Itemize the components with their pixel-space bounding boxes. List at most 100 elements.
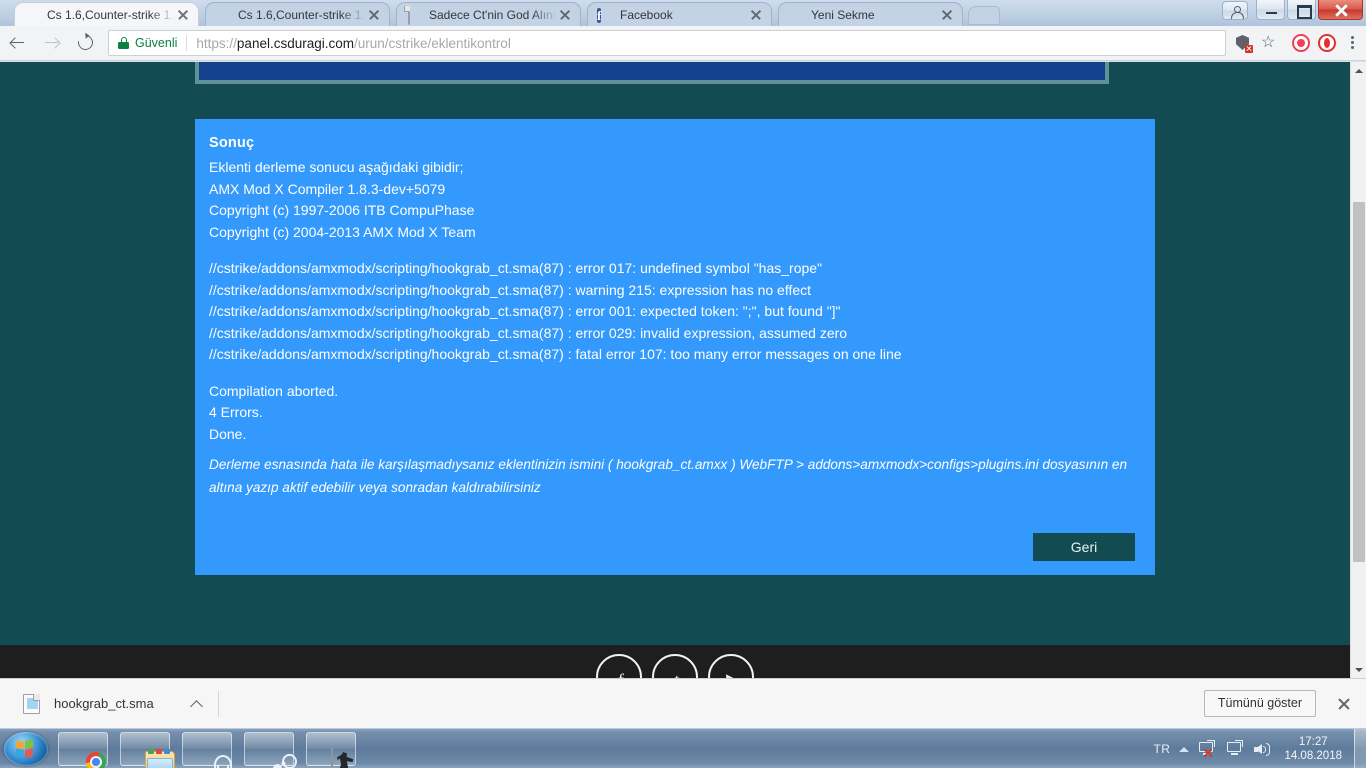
- facebook-circle-icon[interactable]: f: [596, 654, 642, 678]
- blank-page-icon: [406, 5, 422, 25]
- downloads-bar: hookgrab_ct.sma Tümünü göster: [0, 678, 1366, 728]
- new-tab-button[interactable]: [968, 6, 1000, 25]
- divider: [217, 690, 219, 717]
- clock[interactable]: 17:27 14.08.2018: [1284, 735, 1342, 763]
- tab-title: Sadece Ct'nin God Alınca: [429, 7, 557, 22]
- url-text: https://panel.csduragi.com/urun/cstrike/…: [196, 35, 511, 51]
- start-button[interactable]: [4, 732, 48, 766]
- chevron-up-icon[interactable]: [182, 689, 212, 719]
- taskbar-app-alienware[interactable]: [182, 732, 232, 766]
- speaker-icon[interactable]: [1254, 741, 1273, 758]
- forward-button[interactable]: [34, 26, 68, 60]
- download-file-name: hookgrab_ct.sma: [54, 696, 154, 711]
- social-links: f t ▶: [596, 654, 754, 678]
- show-desktop-button[interactable]: [1354, 729, 1366, 768]
- panel-title: Sonuç: [209, 135, 255, 151]
- close-window-button[interactable]: [1318, 0, 1363, 20]
- counter-strike-icon: [24, 7, 40, 23]
- maximize-button[interactable]: [1287, 0, 1316, 20]
- compiler-error-line: //cstrike/addons/amxmodx/scripting/hookg…: [209, 281, 812, 298]
- youtube-circle-icon[interactable]: ▶: [708, 654, 754, 678]
- result-line: Copyright (c) 2004-2013 AMX Mod X Team: [209, 223, 476, 240]
- language-indicator[interactable]: TR: [1153, 742, 1170, 756]
- scroll-down-icon[interactable]: [1351, 661, 1366, 678]
- facebook-glyph: f: [598, 670, 644, 678]
- minimize-button[interactable]: [1256, 0, 1285, 20]
- window-controls: [1222, 0, 1363, 22]
- page-footer: f t ▶: [0, 645, 1350, 678]
- tab-strip: Cs 1.6,Counter-strike 1.6,C Cs 1.6,Count…: [0, 0, 1366, 26]
- compile-result-panel: Sonuç Eklenti derleme sonucu aşağıdaki g…: [195, 119, 1155, 575]
- top-blue-box: [195, 62, 1109, 84]
- chrome-menu-icon[interactable]: [1340, 30, 1366, 56]
- windows-logo-icon: [16, 739, 34, 758]
- close-icon[interactable]: [748, 7, 764, 23]
- user-profile-button[interactable]: [1222, 1, 1248, 20]
- twitter-glyph: t: [654, 670, 700, 678]
- tab-title: Facebook: [620, 7, 673, 22]
- address-bar[interactable]: Güvenli https://panel.csduragi.com/urun/…: [108, 30, 1226, 56]
- back-button-geri[interactable]: Geri: [1033, 533, 1135, 561]
- security-label: Güvenli: [135, 36, 178, 50]
- page-content: Sonuç Eklenti derleme sonucu aşağıdaki g…: [0, 62, 1350, 678]
- browser-tab-5[interactable]: Yeni Sekme: [778, 2, 963, 26]
- bookmark-star-icon[interactable]: ☆: [1256, 30, 1282, 56]
- opera-extension-icon[interactable]: [1314, 30, 1340, 56]
- taskbar-app-steam[interactable]: [244, 732, 294, 766]
- lock-icon: [118, 37, 129, 49]
- result-line: Copyright (c) 1997-2006 ITB CompuPhase: [209, 202, 475, 218]
- summary-line: 4 Errors.: [209, 404, 263, 420]
- shield-blocked-icon[interactable]: [1230, 30, 1256, 56]
- close-icon[interactable]: [557, 7, 573, 23]
- compiler-error-line: //cstrike/addons/amxmodx/scripting/hookg…: [209, 346, 902, 362]
- chrome-browser-window: Cs 1.6,Counter-strike 1.6,C Cs 1.6,Count…: [0, 0, 1366, 728]
- file-icon: [23, 693, 40, 714]
- close-icon[interactable]: [939, 7, 955, 23]
- show-hidden-icons-icon[interactable]: [1179, 746, 1190, 752]
- panel-note: Derleme esnasında hata ile karşılaşmadıy…: [209, 457, 1128, 495]
- browser-tab-2[interactable]: Cs 1.6,Counter-strike 1.6,C: [205, 2, 390, 26]
- scrollbar-thumb[interactable]: [1353, 202, 1365, 562]
- taskbar-app-chrome[interactable]: [58, 732, 108, 766]
- reload-button[interactable]: [68, 26, 102, 60]
- page-scrollbar[interactable]: [1350, 62, 1366, 678]
- compiler-error-line: //cstrike/addons/amxmodx/scripting/hookg…: [209, 303, 841, 319]
- result-line: AMX Mod X Compiler 1.8.3-dev+5079: [209, 180, 446, 197]
- close-icon[interactable]: [175, 7, 191, 23]
- compiler-error-line: //cstrike/addons/amxmodx/scripting/hookg…: [209, 324, 848, 341]
- facebook-icon: f: [597, 7, 602, 23]
- browser-toolbar: Güvenli https://panel.csduragi.com/urun/…: [0, 26, 1366, 61]
- download-item[interactable]: hookgrab_ct.sma: [22, 687, 224, 721]
- browser-tab-4[interactable]: f Facebook: [587, 2, 772, 26]
- close-downloads-bar-icon[interactable]: [1336, 696, 1352, 712]
- twitter-circle-icon[interactable]: t: [652, 654, 698, 678]
- youtube-glyph: ▶: [710, 670, 756, 678]
- clock-time: 17:27: [1298, 736, 1328, 748]
- counter-strike-icon: [215, 7, 231, 23]
- pocket-extension-icon[interactable]: [1288, 30, 1314, 56]
- result-line: Eklenti derleme sonucu aşağıdaki gibidir…: [209, 159, 464, 175]
- back-button[interactable]: [0, 26, 34, 60]
- clock-date: 14.08.2018: [1284, 750, 1342, 762]
- page-viewport: Sonuç Eklenti derleme sonucu aşağıdaki g…: [0, 62, 1366, 678]
- network-disconnected-icon[interactable]: [1198, 739, 1217, 758]
- close-icon[interactable]: [366, 7, 382, 23]
- network-icon[interactable]: [1226, 739, 1245, 758]
- taskbar-app-counter-strike[interactable]: [306, 732, 356, 768]
- summary-line: Compilation aborted.: [209, 382, 339, 399]
- divider: [186, 35, 188, 51]
- scroll-up-icon[interactable]: [1351, 62, 1366, 79]
- windows-taskbar: TR 17:27 14.08.2018: [0, 728, 1366, 768]
- tab-title: Yeni Sekme: [811, 7, 875, 22]
- screen: Cs 1.6,Counter-strike 1.6,C Cs 1.6,Count…: [0, 0, 1366, 768]
- summary-line: Done.: [209, 425, 247, 442]
- blank-page-icon: [788, 7, 804, 23]
- tab-title: Cs 1.6,Counter-strike 1.6,C: [47, 7, 175, 22]
- browser-tab-3[interactable]: Sadece Ct'nin God Alınca: [396, 2, 581, 26]
- browser-tab-1[interactable]: Cs 1.6,Counter-strike 1.6,C: [14, 2, 199, 26]
- taskbar-app-file-explorer[interactable]: [120, 732, 175, 768]
- counter-strike-icon: [331, 748, 354, 768]
- show-all-downloads-button[interactable]: Tümünü göster: [1203, 690, 1316, 717]
